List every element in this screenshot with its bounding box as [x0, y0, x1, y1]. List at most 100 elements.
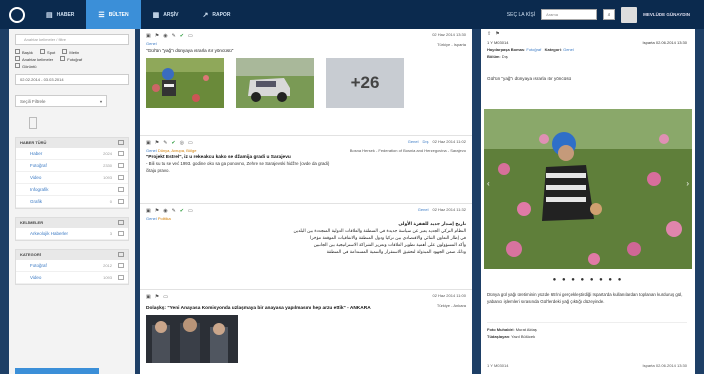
select-icon[interactable]: ▣	[146, 33, 151, 39]
collapse-icon[interactable]	[118, 220, 124, 225]
user-name[interactable]: MEVLÜDE GÜNAYDIN	[643, 12, 690, 17]
edit-icon[interactable]: ✎	[163, 140, 167, 146]
photo-thumbnail[interactable]	[146, 58, 224, 108]
checkbox-icon[interactable]	[118, 275, 124, 280]
item-title[interactable]: "Gül'ün "yağ"ı dünyaya ısrarla ıtır yönc…	[146, 48, 466, 53]
collapse-icon[interactable]	[118, 252, 124, 257]
checkbox-icon[interactable]	[118, 231, 124, 236]
filter-row-cat-photo[interactable]: Fotoğraf 2012	[16, 260, 128, 272]
filter-row-cat-video[interactable]: Video 1093	[16, 272, 128, 284]
copy-icon[interactable]: ▭	[163, 294, 168, 300]
detail-type[interactable]: Fotoğraf	[526, 47, 541, 52]
item-category: Genel	[146, 216, 157, 221]
checkbox-icon[interactable]	[118, 151, 124, 156]
camera-icon[interactable]: ◉	[163, 208, 167, 214]
edit-icon[interactable]: ✎	[172, 33, 176, 39]
item-toolbar: ▣ ⚑ ◉ ✎ ✔ ▭	[146, 33, 466, 39]
checkbox-metin[interactable]: Metin	[62, 50, 79, 55]
checkbox-baslik[interactable]: Başlık	[15, 50, 33, 55]
detail-section: Dış	[501, 54, 508, 59]
item-body: - Bili su tu se već 1993. godine oko sa …	[146, 161, 330, 166]
filter-select[interactable]: Seçili Filtrele ▾	[15, 95, 107, 107]
detail-category[interactable]: Genel	[563, 47, 574, 52]
photographer-name: Murat Aktaş	[515, 327, 537, 332]
detail-title: Gül'ün "yağ"ı dünyaya ısrarla ıtır yöncü…	[487, 76, 572, 81]
feed-item[interactable]: ▣ ⚑ ◉ ✎ ✔ ▭ 02 Haz 2014 13:30 Türkiye - Ispar…	[140, 29, 472, 136]
photo-thumbnail[interactable]	[236, 58, 314, 108]
feed-scrollbar[interactable]	[473, 29, 480, 374]
approve-icon[interactable]: ✔	[180, 208, 184, 214]
select-icon[interactable]: ▣	[146, 294, 151, 300]
share-icon[interactable]: ⇧	[487, 31, 491, 37]
filter-row-haber[interactable]: Haber 2024	[16, 148, 128, 160]
approve-icon[interactable]: ✔	[171, 140, 175, 146]
filter-row-video[interactable]: Video 1093	[16, 172, 128, 184]
detail-photo[interactable]: ‹ ›	[484, 109, 692, 269]
tag-icon[interactable]: ⚑	[495, 31, 499, 37]
camera-icon[interactable]: ◉	[163, 33, 167, 39]
checkbox-keywords[interactable]: Anahtar kelimeler	[15, 57, 53, 62]
copy-icon[interactable]: ▭	[188, 33, 193, 39]
search-input[interactable]: Arama	[541, 9, 598, 20]
checkbox-photo[interactable]: Fotoğraf	[60, 57, 82, 62]
checkbox-icon[interactable]	[118, 263, 124, 268]
share-icon[interactable]: ◎	[180, 140, 184, 146]
copy-icon[interactable]: ▭	[188, 140, 193, 146]
checkbox-icon[interactable]	[118, 175, 124, 180]
prev-photo-icon[interactable]: ‹	[487, 179, 490, 188]
tag-icon[interactable]: ⚑	[155, 33, 159, 39]
tag-icon[interactable]: ⚑	[155, 140, 159, 146]
select-icon[interactable]: ▣	[146, 208, 151, 214]
arabic-title[interactable]: تاريخ إصدار جديد للفقرة الأولى	[146, 221, 466, 228]
select-icon[interactable]: ▣	[146, 140, 151, 146]
photo-thumbnail[interactable]	[146, 315, 238, 363]
filter-row-infografik[interactable]: Infografik	[16, 184, 128, 196]
nav-item-bulten[interactable]: ☰ BÜLTEN	[86, 0, 141, 29]
agency-logo[interactable]	[0, 0, 34, 29]
item-subcategory: Politika	[157, 216, 171, 221]
item-category: Genel	[146, 41, 157, 46]
next-photo-icon[interactable]: ›	[686, 179, 689, 188]
search-icon: ⌕	[607, 12, 611, 18]
item-location: Türkiye - Ankara	[436, 303, 466, 308]
checkbox-icon[interactable]	[118, 163, 124, 168]
item-subcategory: Dünya, Avrupa, Bölge	[157, 148, 197, 153]
approve-icon[interactable]: ✔	[180, 33, 184, 39]
avatar[interactable]	[621, 6, 638, 23]
section-news-type: HABER TÜRÜ Haber 2024 Fotoğraf 2330 Video 1…	[15, 137, 129, 209]
item-headline[interactable]: Dolaşkş: "Yeni Anayasa Komisyonda uzlaşm…	[146, 306, 466, 311]
tag-icon[interactable]: ⚑	[155, 208, 159, 214]
delete-icon[interactable]	[29, 117, 37, 129]
feed-item[interactable]: ▣ ⚑ ▭ 02 Haz 2014 11:00 Türkiye - Ankara D…	[140, 290, 472, 374]
checkbox-icon[interactable]	[118, 199, 124, 204]
checkbox-video[interactable]: Görüntü	[15, 64, 36, 69]
feed-item[interactable]: ▣ ⚑ ✎ ✔ ◎ ▭ Genel Dış 02 Haz 2014 11:02 Genel D…	[140, 136, 472, 204]
photo-pager[interactable]: ● ● ● ● ● ● ● ●	[481, 277, 695, 283]
copy-icon[interactable]: ▭	[188, 208, 193, 214]
detail-footer: 1 Y M03014 Isparta 02.06.2014 13:30	[487, 363, 687, 368]
language-selector[interactable]: SEÇ LA KİŞİ	[507, 12, 535, 18]
item-body: čitaju pravo.	[146, 168, 170, 173]
tag-icon[interactable]: ⚑	[155, 294, 159, 300]
apply-filter-button[interactable]	[15, 368, 99, 374]
filter-row-grafik[interactable]: Grafik 0	[16, 196, 128, 208]
search-button[interactable]: ⌕	[603, 9, 616, 20]
more-photos-tile[interactable]: +26	[326, 58, 404, 108]
nav-item-rapor[interactable]: ↗ RAPOR	[191, 0, 243, 29]
checkbox-icon[interactable]	[118, 187, 124, 192]
checkbox-spot[interactable]: Spot	[40, 50, 55, 55]
item-date: 02 Haz 2014 11:02	[432, 139, 466, 144]
item-tag: Genel	[417, 207, 429, 212]
filter-row-keyword[interactable]: Arkeolojik Haberler 3	[16, 228, 128, 240]
nav-item-haber[interactable]: ▤ HABER	[34, 0, 86, 29]
search-scope-checkboxes: Başlık Spot Metin Anahtar kelimeler Foto…	[15, 49, 129, 70]
nav-item-arsiv[interactable]: ▦ ARŞİV	[141, 0, 191, 29]
section-keywords: KELİMELER Arkeolojik Haberler 3	[15, 217, 129, 241]
date-range-field[interactable]: 02.02.2014 - 03.03.2014	[15, 74, 129, 85]
filter-row-fotograf[interactable]: Fotoğraf 2330	[16, 160, 128, 172]
collapse-icon[interactable]	[118, 140, 124, 145]
archive-icon: ▦	[152, 11, 160, 19]
keyword-search-input[interactable]: Anahtar kelimeler / filtre	[15, 34, 129, 45]
feed-item[interactable]: ▣ ⚑ ◉ ✎ ✔ ▭ Genel 02 Haz 2014 11:32 Genel Poli…	[140, 204, 472, 290]
edit-icon[interactable]: ✎	[172, 208, 176, 214]
